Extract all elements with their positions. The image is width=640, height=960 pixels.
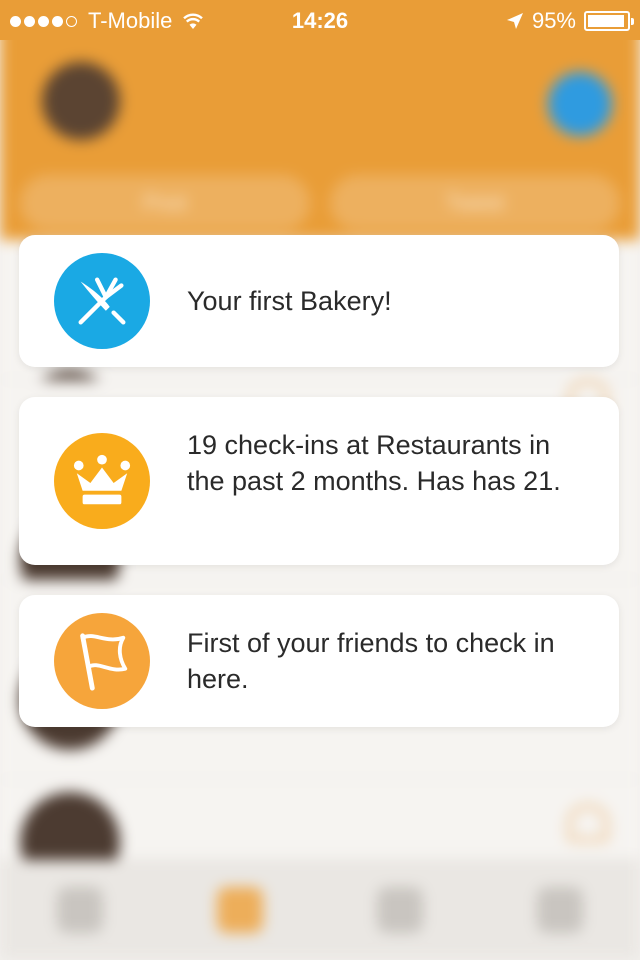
tab-settings-icon [57,887,103,933]
flag-icon [54,613,150,709]
insight-card-friends: First of your friends to check in here. [19,595,619,727]
checkmark-icon [548,72,612,136]
tab-list-icon [217,887,263,933]
card-message: Your first Bakery! [187,286,392,316]
tab-profile-icon [537,887,583,933]
battery-fill [588,15,625,27]
card-message: First of your friends to check in here. [187,628,555,694]
status-bar-right: 95% [506,8,634,34]
venue-avatar [42,62,120,140]
crown-icon [54,433,150,529]
list-item [0,780,640,892]
heart-icon [568,805,608,841]
status-bar: T-Mobile 14:26 95% [0,0,640,40]
battery-icon [584,11,634,31]
battery-percent: 95% [531,8,576,33]
tab-bar [0,860,640,960]
tweet-button-label: Tweet [445,190,505,215]
post-button-label: Post [142,190,188,215]
tab-calendar-icon [377,887,423,933]
location-arrow-icon [506,13,523,29]
insight-card-category: Your first Bakery! [19,235,619,367]
fork-knife-icon [54,253,150,349]
post-button: Post [20,175,310,231]
tweet-button: Tweet [330,175,620,231]
card-message: 19 check-ins at Restaurants in the past … [187,430,561,496]
insight-card-mayor: 19 check-ins at Restaurants in the past … [19,397,619,565]
